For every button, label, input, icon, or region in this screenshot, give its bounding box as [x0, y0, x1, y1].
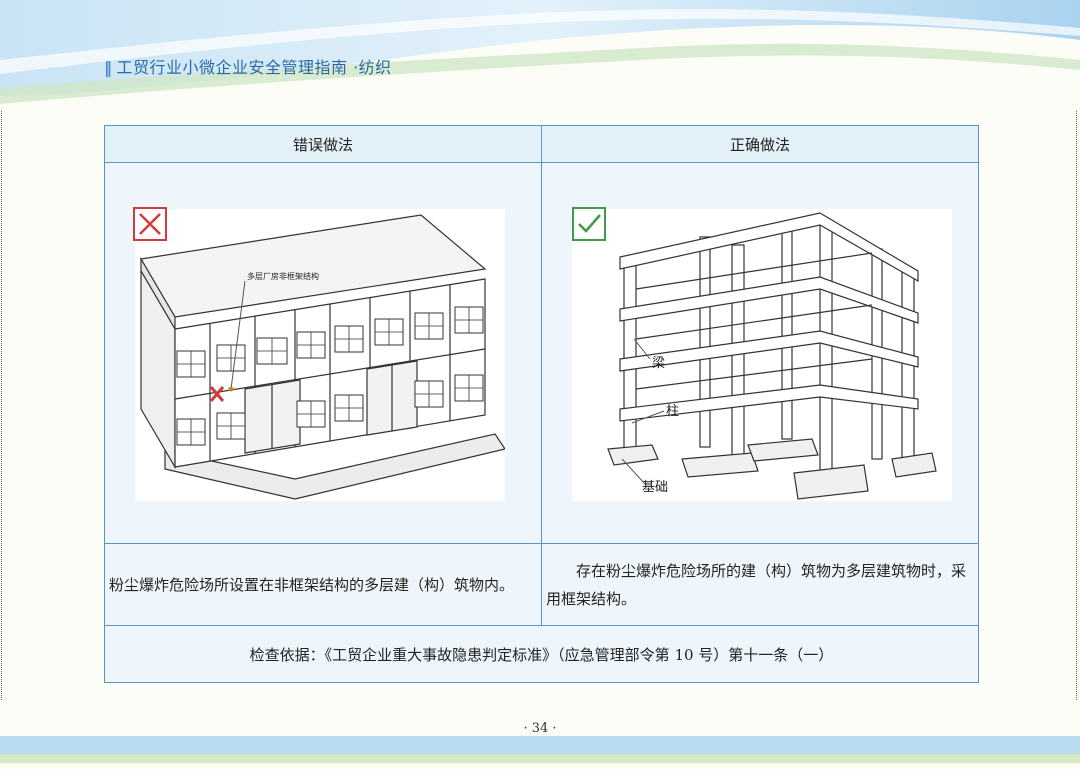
- frame-drawing: 梁 柱 基础: [607, 212, 937, 500]
- header-title: ‖ 工贸行业小微企业安全管理指南 ·纺织: [104, 54, 392, 78]
- right-image-cell: 梁 柱 基础: [541, 162, 979, 544]
- frame-structure-illustration: 梁 柱 基础: [572, 209, 952, 501]
- table-header-row: 错误做法 正确做法: [104, 125, 979, 163]
- wrong-image-cell: 多层厂房非框架结构: [104, 162, 542, 544]
- check-mark-icon: [572, 207, 606, 241]
- page-number: · 34 ·: [523, 721, 557, 736]
- right-header: 正确做法: [541, 125, 979, 163]
- table-image-row: 多层厂房非框架结构 梁 柱 基础: [104, 162, 979, 544]
- beam-label: 梁: [652, 356, 665, 371]
- header-title-text: 工贸行业小微企业安全管理指南 ·纺织: [116, 58, 392, 77]
- title-bar-icon: ‖: [104, 58, 113, 77]
- table-desc-row: 粉尘爆炸危险场所设置在非框架结构的多层建（构）筑物内。 存在粉尘爆炸危险场所的建…: [104, 543, 979, 626]
- wrong-header: 错误做法: [104, 125, 542, 163]
- wrong-description: 粉尘爆炸危险场所设置在非框架结构的多层建（构）筑物内。: [104, 543, 542, 626]
- table-basis-row: 检查依据：《工贸企业重大事故隐患判定标准》（应急管理部令第 10 号）第十一条（…: [104, 625, 979, 683]
- foundation-label: 基础: [642, 480, 668, 495]
- comparison-table: 错误做法 正确做法 多层厂房非框架结构 梁 柱 基础 粉尘爆炸危险场所设置在非框…: [104, 125, 979, 683]
- right-description: 存在粉尘爆炸危险场所的建（构）筑物为多层建筑物时，采用框架结构。: [541, 543, 979, 626]
- non-frame-building-illustration: 多层厂房非框架结构: [135, 209, 506, 501]
- column-label: 柱: [666, 404, 679, 419]
- building-callout-label: 多层厂房非框架结构: [247, 271, 319, 281]
- inspection-basis: 检查依据：《工贸企业重大事故隐患判定标准》（应急管理部令第 10 号）第十一条（…: [104, 625, 979, 683]
- building-drawing: 多层厂房非框架结构: [140, 214, 506, 500]
- x-mark-icon: [133, 207, 167, 241]
